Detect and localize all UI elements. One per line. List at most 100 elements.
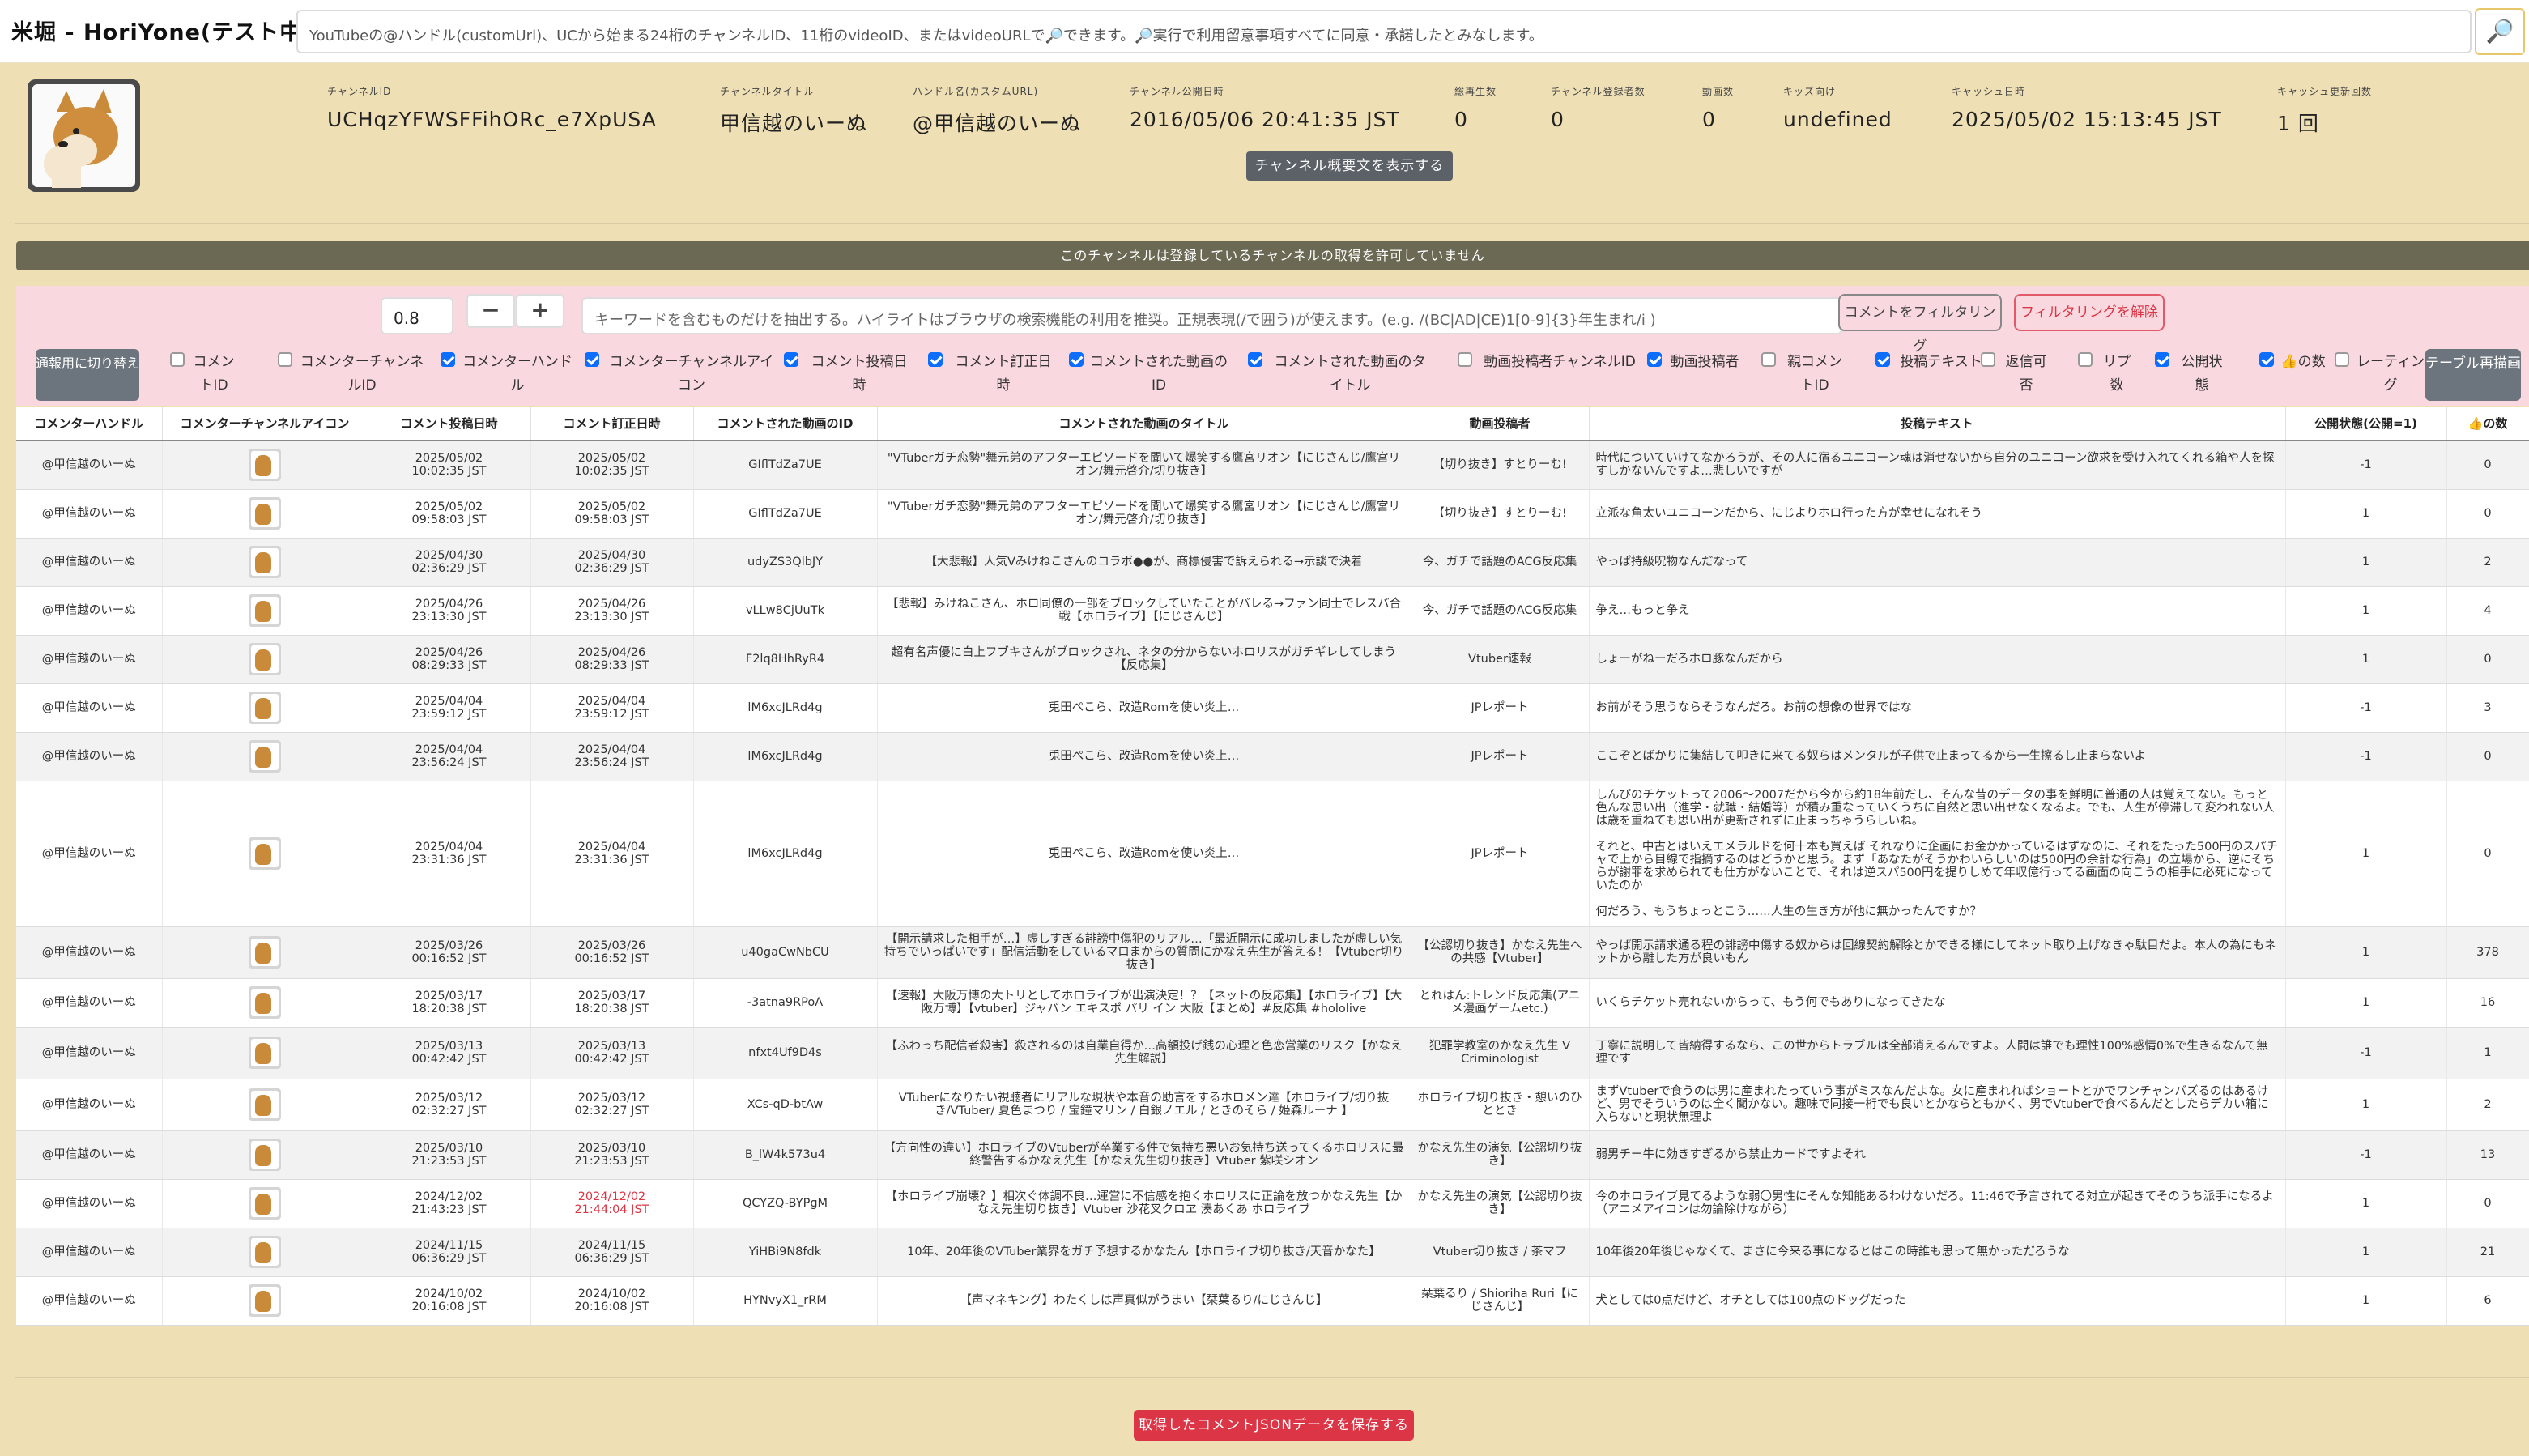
video-title-cell-text: 【ホロライブ崩壊？】相次ぐ体調不良…運営に不信感を抱くホロリスに正論を放つかなえ…: [885, 1190, 1403, 1216]
video-id-cell-text: QCYZQ-BYPgM: [742, 1197, 828, 1210]
checkbox-checked-icon[interactable]: [1647, 352, 1662, 367]
commenter-handle-cell: @甲信越のいーぬ: [16, 1130, 163, 1180]
column-header[interactable]: 投稿テキスト: [1589, 407, 2286, 441]
increment-button[interactable]: +: [516, 294, 564, 328]
report-mode-toggle-button[interactable]: 通報用に切り替え: [36, 349, 139, 401]
column-toggle-label: コメントID: [193, 354, 235, 394]
column-toggle-checkbox[interactable]: コメンターチャンネルアイコン: [585, 351, 777, 398]
checkbox-unchecked-icon[interactable]: [2335, 352, 2349, 367]
comment-text-cell-text: 犬としては0点だけど、オチとしては100点のドッグだった: [1595, 1294, 1906, 1307]
commenter-avatar-icon[interactable]: [249, 546, 281, 578]
checkbox-unchecked-icon[interactable]: [1981, 352, 1995, 367]
column-header[interactable]: 公開状態(公開=1): [2285, 407, 2447, 441]
column-toggle-checkbox[interactable]: コメント訂正日時: [928, 351, 1058, 398]
column-toggle-label: 親コメントID: [1787, 354, 1842, 394]
checkbox-checked-icon[interactable]: [784, 352, 798, 367]
checkbox-checked-icon[interactable]: [441, 352, 455, 367]
checkbox-unchecked-icon[interactable]: [170, 352, 185, 367]
public-status-cell: 1: [2285, 1276, 2447, 1326]
save-json-button[interactable]: 取得したコメントJSONデータを保存する: [1134, 1410, 1414, 1441]
column-header[interactable]: コメンターハンドル: [16, 407, 163, 441]
column-header[interactable]: 動画投稿者: [1411, 407, 1590, 441]
threshold-input[interactable]: 0.8: [381, 297, 453, 334]
commenter-avatar-icon[interactable]: [249, 740, 281, 773]
column-toggle-checkbox[interactable]: 親コメントID: [1761, 351, 1847, 398]
column-toggle-checkbox[interactable]: コメントされた動画のID: [1069, 351, 1228, 398]
video-id-cell: nfxt4Uf9D4s: [693, 1027, 878, 1079]
commenter-avatar-icon[interactable]: [249, 936, 281, 969]
commenter-avatar-icon[interactable]: [249, 1139, 281, 1171]
likes-cell: 0: [2446, 635, 2529, 684]
commenter-avatar-icon[interactable]: [249, 692, 281, 724]
likes-cell-text: 13: [2480, 1148, 2496, 1161]
subscriber-count-field: チャンネル登録者数 0: [1551, 86, 1646, 131]
commenter-handle-cell: @甲信越のいーぬ: [16, 489, 163, 539]
commenter-avatar-icon[interactable]: [249, 594, 281, 627]
column-toggle-checkbox[interactable]: 投稿テキスト: [1875, 351, 1986, 374]
column-toggle-checkbox[interactable]: コメント投稿日時: [784, 351, 913, 398]
video-id-cell: B_lW4k573u4: [693, 1130, 878, 1180]
posted-datetime-cell-text: 2025/03/26 00:16:52 JST: [411, 939, 487, 965]
checkbox-checked-icon[interactable]: [928, 352, 943, 367]
comment-text-cell: まずVtuberで食うのは男に産まれたっていう事がミスなんだよな。女に産まれれば…: [1589, 1079, 2286, 1131]
commenter-avatar-icon[interactable]: [249, 1187, 281, 1220]
video-title-cell: "VTuberガチ恋勢"舞元弟のアフターエピソードを聞いて爆笑する鷹宮リオン【に…: [877, 441, 1411, 490]
search-button[interactable]: 🔎: [2475, 8, 2525, 55]
column-toggle-checkbox[interactable]: レーティング: [2335, 351, 2425, 398]
commenter-avatar-icon[interactable]: [249, 643, 281, 675]
commenter-avatar-icon[interactable]: [249, 497, 281, 530]
column-toggle-checkbox[interactable]: コメントID: [170, 351, 236, 398]
column-header[interactable]: コメンターチャンネルアイコン: [162, 407, 368, 441]
checkbox-unchecked-icon[interactable]: [2078, 352, 2093, 367]
table-row: @甲信越のいーぬ 2025/03/13 00:42:42 JST 2025/03/1…: [16, 1027, 2529, 1079]
column-header[interactable]: 👍の数: [2446, 407, 2529, 441]
column-toggle-checkbox[interactable]: コメントされた動画のタイトル: [1248, 351, 1431, 398]
search-input[interactable]: YouTubeの@ハンドル(customUrl)、UCから始まる24桁のチャンネ…: [296, 10, 2472, 53]
likes-cell: 378: [2446, 926, 2529, 979]
checkbox-unchecked-icon[interactable]: [1761, 352, 1776, 367]
column-toggle-checkbox[interactable]: コメンターハンドル: [441, 351, 573, 398]
column-header[interactable]: コメントされた動画のID: [693, 407, 878, 441]
checkbox-unchecked-icon[interactable]: [278, 352, 292, 367]
edited-datetime-cell: 2025/04/26 08:29:33 JST: [530, 635, 694, 684]
checkbox-checked-icon[interactable]: [585, 352, 599, 367]
commenter-avatar-icon[interactable]: [249, 1236, 281, 1268]
decrement-button[interactable]: −: [466, 294, 515, 328]
column-header[interactable]: コメント訂正日時: [530, 407, 694, 441]
checkbox-checked-icon[interactable]: [1069, 352, 1084, 367]
column-toggle-checkbox[interactable]: リプ数: [2078, 351, 2135, 398]
checkbox-unchecked-icon[interactable]: [1458, 352, 1472, 367]
filter-comments-button[interactable]: コメントをフィルタリング: [1838, 294, 2002, 355]
commenter-avatar-icon[interactable]: [249, 449, 281, 482]
column-toggle-checkbox[interactable]: 👍の数: [2259, 351, 2326, 374]
clear-filter-button[interactable]: フィルタリングを解除: [2014, 294, 2165, 331]
column-toggle-checkbox[interactable]: 返信可否: [1981, 351, 2050, 398]
uploader-cell-text: とれはん:トレンド反応集(アニメ漫画ゲームetc.): [1419, 990, 1581, 1015]
checkbox-checked-icon[interactable]: [1875, 352, 1890, 367]
commenter-avatar-icon[interactable]: [249, 837, 281, 870]
commenter-avatar-icon[interactable]: [249, 986, 281, 1019]
column-toggle-checkbox[interactable]: 公開状態: [2155, 351, 2228, 398]
redraw-table-button[interactable]: テーブル再描画: [2425, 349, 2521, 401]
checkbox-checked-icon[interactable]: [2155, 352, 2169, 367]
commenter-avatar-icon[interactable]: [249, 1088, 281, 1121]
uploader-cell-text: ホロライブ切り抜き・憩いのひととき: [1417, 1092, 1582, 1118]
column-toggle-checkbox[interactable]: 動画投稿者: [1647, 351, 1741, 374]
likes-cell-text: 6: [2484, 1294, 2492, 1307]
keyword-filter-input[interactable]: キーワードを含むものだけを抽出する。ハイライトはブラウザの検索機能の利用を推奨。…: [581, 297, 1842, 334]
uploader-cell-text: 犯罪学教室のかなえ先生 V Criminologist: [1428, 1040, 1571, 1066]
commenter-avatar-icon[interactable]: [249, 1037, 281, 1069]
column-toggle-checkbox[interactable]: コメンターチャンネルID: [278, 351, 425, 398]
commenter-icon-cell: [162, 586, 368, 636]
video-id-cell: vLLw8CjUuTk: [693, 586, 878, 636]
video-title-cell-text: 兎田ぺこら、改造Romを使い炎上…: [1048, 701, 1240, 714]
table-row: @甲信越のいーぬ 2025/04/04 23:31:36 JST 2025/04/0…: [16, 781, 2529, 927]
commenter-avatar-icon[interactable]: [249, 1284, 281, 1317]
checkbox-checked-icon[interactable]: [1248, 352, 1262, 367]
show-description-button[interactable]: チャンネル概要文を表示する: [1246, 151, 1453, 181]
column-header[interactable]: コメントされた動画のタイトル: [877, 407, 1411, 441]
table-row: @甲信越のいーぬ 2025/03/10 21:23:53 JST 2025/03/1…: [16, 1130, 2529, 1180]
checkbox-checked-icon[interactable]: [2259, 352, 2274, 367]
column-toggle-checkbox[interactable]: 動画投稿者チャンネルID: [1458, 351, 1641, 374]
column-header[interactable]: コメント投稿日時: [368, 407, 531, 441]
